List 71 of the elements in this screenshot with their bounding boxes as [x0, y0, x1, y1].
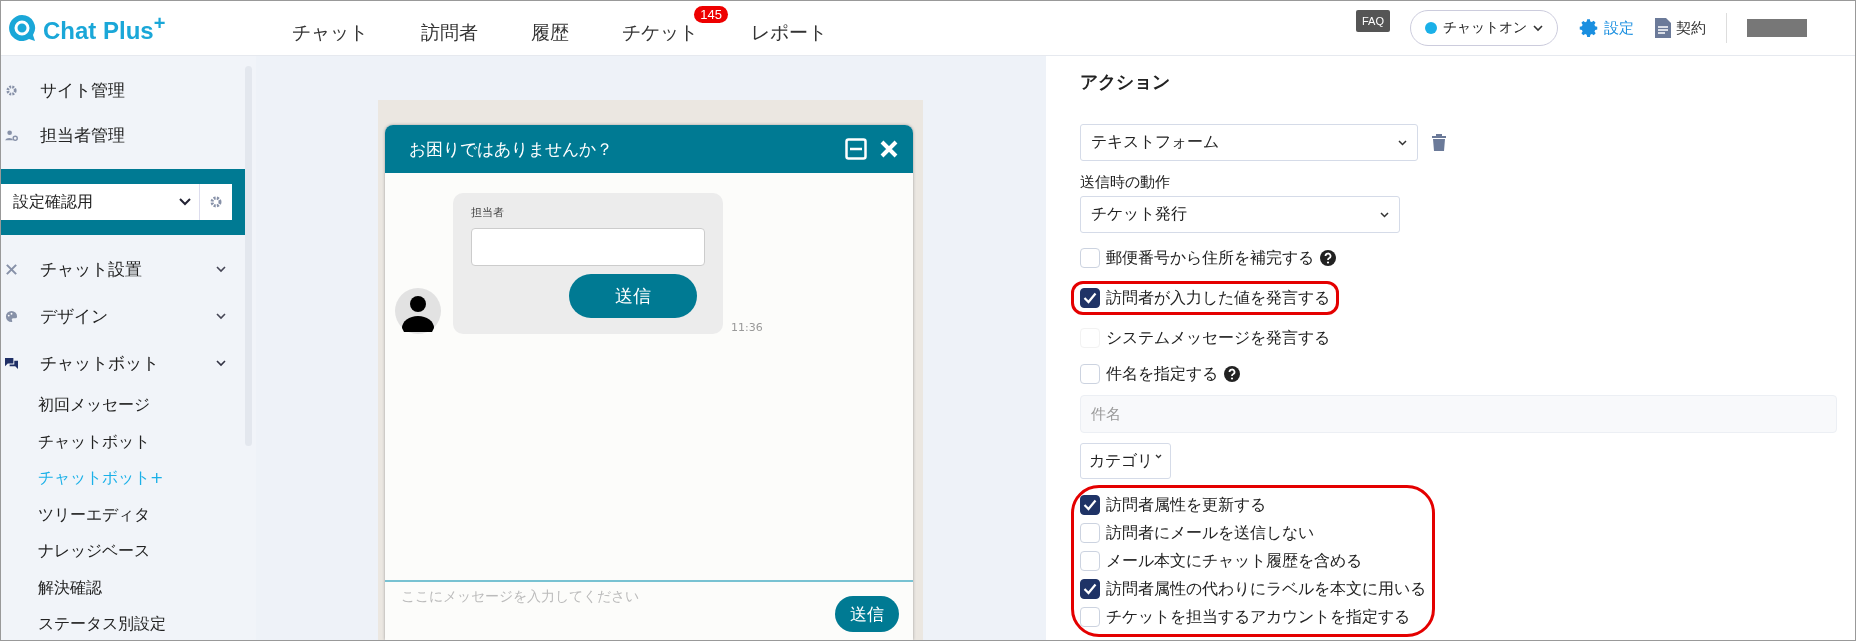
- chat-icon: [5, 357, 18, 370]
- section-title: アクション: [1080, 70, 1171, 94]
- minimize-icon[interactable]: [845, 138, 867, 160]
- nav-link[interactable]: 訪問者: [398, 6, 508, 50]
- avatar-silhouette: [395, 288, 441, 334]
- sidebar-subitem[interactable]: チャットボット: [1, 423, 256, 460]
- palette-icon: [5, 310, 18, 323]
- gear-icon: [5, 84, 18, 97]
- trash-icon[interactable]: [1432, 134, 1446, 151]
- nav-link[interactable]: チケット 145: [599, 6, 728, 50]
- field-label: 送信時の動作: [1080, 173, 1171, 192]
- send-button[interactable]: 送信: [835, 596, 899, 632]
- tools-icon: [5, 263, 18, 276]
- nav-link[interactable]: レポート: [728, 6, 857, 50]
- checkmark-icon: [1083, 292, 1097, 304]
- checkbox[interactable]: [1080, 288, 1100, 308]
- sidebar-subitem[interactable]: 解決確認: [1, 569, 256, 606]
- form-label: 担当者: [471, 205, 505, 220]
- send-button[interactable]: 送信: [569, 274, 697, 318]
- settings-link[interactable]: 設定: [1578, 17, 1634, 39]
- sidebar-subitem[interactable]: ステータス別設定: [1, 606, 256, 640]
- checkbox-option[interactable]: 件名を指定する: [1080, 361, 1330, 387]
- settings-icon: [1578, 17, 1600, 39]
- chat-bubble-logo-icon: [7, 13, 37, 43]
- checkbox-option[interactable]: 訪問者属性を更新する: [1080, 492, 1426, 518]
- nav-link[interactable]: チャット: [269, 6, 398, 50]
- on-send-select[interactable]: チケット発行: [1080, 196, 1400, 233]
- checkbox-option[interactable]: 郵便番号から住所を補完する: [1080, 245, 1336, 271]
- sidebar-subitem[interactable]: 初回メッセージ: [1, 387, 256, 424]
- checkbox-option[interactable]: 訪問者属性の代わりにラベルを本文に用いる: [1080, 576, 1426, 602]
- category-select[interactable]: カテゴリ: [1080, 443, 1171, 479]
- sidebar-menu-item[interactable]: デザイン: [1, 293, 256, 340]
- checkbox[interactable]: [1080, 495, 1100, 515]
- chevron-down-icon: [1380, 211, 1389, 218]
- gear-icon: [209, 195, 223, 209]
- close-icon[interactable]: [879, 139, 899, 159]
- contract-link[interactable]: 契約: [1654, 17, 1706, 39]
- faq-button[interactable]: FAQ: [1356, 10, 1390, 32]
- chevron-down-icon: [216, 266, 226, 273]
- help-icon[interactable]: [1320, 250, 1336, 266]
- chevron-down-icon: [179, 198, 191, 206]
- sidebar-subitem[interactable]: ナレッジベース: [1, 533, 256, 570]
- sidebar-subitem[interactable]: ツリーエディタ: [1, 496, 256, 533]
- checkbox-option[interactable]: 訪問者が入力した値を発言する: [1080, 285, 1330, 311]
- chevron-down-icon: [216, 313, 226, 320]
- checkbox[interactable]: [1080, 579, 1100, 599]
- nav-link[interactable]: 履歴: [508, 6, 599, 50]
- checkbox-option[interactable]: メール本文にチャット履歴を含める: [1080, 548, 1426, 574]
- checkbox-option[interactable]: 訪問者にメールを送信しない: [1080, 520, 1426, 546]
- action-type-select[interactable]: テキストフォーム: [1080, 124, 1418, 161]
- count-badge: 145: [694, 6, 728, 23]
- sidebar-menu-item[interactable]: チャット設置: [1, 246, 256, 293]
- chevron-down-icon: [216, 360, 226, 367]
- checkbox-option[interactable]: チケットを担当するアカウントを指定する: [1080, 604, 1426, 630]
- document-icon: [1654, 17, 1672, 39]
- chat-window-title: お困りではありませんか？: [409, 137, 613, 161]
- status-dropdown[interactable]: チャットオン: [1410, 10, 1558, 46]
- chevron-down-icon: [1533, 24, 1543, 32]
- message-input-field[interactable]: ここにメッセージを入力してください: [399, 582, 835, 605]
- chevron-down-icon: [1398, 139, 1407, 146]
- user-gear-icon: [5, 129, 18, 142]
- sidebar-item[interactable]: サイト管理: [1, 68, 256, 113]
- scrollbar-thumb[interactable]: [245, 66, 252, 446]
- sidebar-menu-item[interactable]: チャットボット: [1, 340, 256, 387]
- sidebar-item[interactable]: 担当者管理: [1, 113, 256, 158]
- chevron-down-icon: [1155, 454, 1162, 459]
- input-field[interactable]: [471, 228, 705, 266]
- help-icon[interactable]: [1224, 366, 1240, 382]
- checkmark-icon: [1083, 499, 1097, 511]
- checkmark-icon: [1083, 583, 1097, 595]
- message-time: 11:36: [731, 321, 763, 334]
